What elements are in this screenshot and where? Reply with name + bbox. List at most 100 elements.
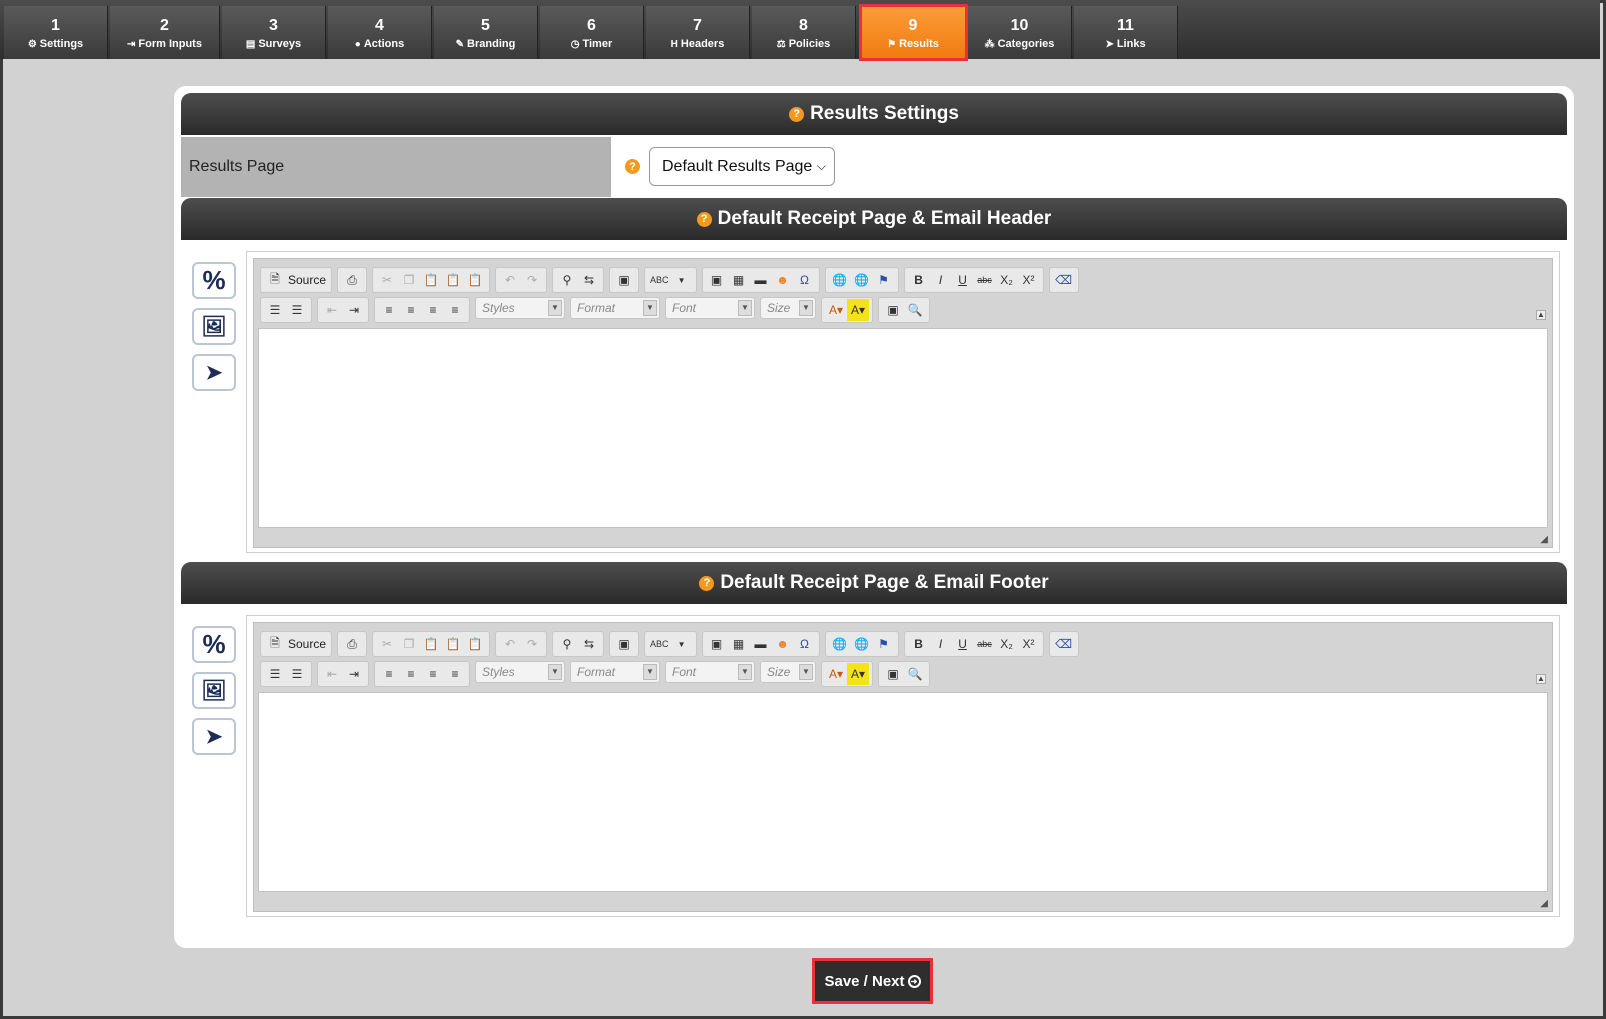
horizontal-rule-icon[interactable]: ▬	[750, 269, 772, 291]
cut-icon[interactable]: ✂	[376, 269, 398, 291]
align-right-icon[interactable]: ≡	[422, 663, 444, 685]
horizontal-rule-icon[interactable]: ▬	[750, 633, 772, 655]
bold-button[interactable]: B	[908, 269, 930, 291]
background-color-icon[interactable]: A▾	[847, 663, 869, 685]
bold-button[interactable]: B	[908, 633, 930, 655]
styles-combo[interactable]: Styles ▼	[475, 661, 565, 683]
align-justify-icon[interactable]: ≡	[444, 663, 466, 685]
tab-policies[interactable]: 8 ⚖ Policies	[752, 6, 856, 59]
paste-word-icon[interactable]: 📋	[464, 269, 486, 291]
copy-icon[interactable]: ❐	[398, 269, 420, 291]
subscript-button[interactable]: X₂	[996, 269, 1018, 291]
maximize-icon[interactable]: ▣	[882, 299, 904, 321]
paste-word-icon[interactable]: 📋	[464, 633, 486, 655]
align-center-icon[interactable]: ≡	[400, 663, 422, 685]
size-combo[interactable]: Size ▼	[760, 661, 816, 683]
special-char-icon[interactable]: Ω	[794, 633, 816, 655]
tab-categories[interactable]: 10 ⁂ Categories	[968, 6, 1072, 59]
tab-settings[interactable]: 1 ⚙ Settings	[4, 6, 108, 59]
insert-image-button[interactable]: 🖼	[192, 672, 236, 709]
tab-branding[interactable]: 5 ✎ Branding	[434, 6, 538, 59]
image-icon[interactable]: ▣	[706, 633, 728, 655]
format-combo[interactable]: Format ▼	[570, 297, 660, 319]
collapse-toolbar-icon[interactable]: ▲	[1536, 674, 1546, 684]
tab-results[interactable]: 9 ⚑ Results	[859, 4, 968, 61]
indent-icon[interactable]: ⇥	[343, 299, 365, 321]
smiley-icon[interactable]: ☻	[772, 633, 794, 655]
strikethrough-button[interactable]: abc	[974, 633, 996, 655]
align-left-icon[interactable]: ≡	[378, 299, 400, 321]
save-next-button[interactable]: Save / Next ➜	[812, 958, 933, 1004]
replace-icon[interactable]: ⇆	[578, 269, 600, 291]
unlink-icon[interactable]: 🌐	[851, 269, 873, 291]
preview-icon[interactable]: 🔍	[904, 299, 926, 321]
eraser-icon[interactable]: ⌫	[1053, 633, 1075, 655]
results-page-select[interactable]: Default Results Page ⌵	[649, 147, 835, 186]
insert-image-button[interactable]: 🖼	[192, 308, 236, 345]
help-icon[interactable]: ?	[789, 106, 805, 122]
redo-icon[interactable]: ↷	[521, 633, 543, 655]
tab-timer[interactable]: 6 ◷ Timer	[540, 6, 644, 59]
anchor-flag-icon[interactable]: ⚑	[873, 633, 895, 655]
undo-icon[interactable]: ↶	[499, 269, 521, 291]
anchor-flag-icon[interactable]: ⚑	[873, 269, 895, 291]
resize-handle-icon[interactable]: ◢	[1540, 898, 1548, 909]
font-combo[interactable]: Font ▼	[665, 297, 755, 319]
undo-icon[interactable]: ↶	[499, 633, 521, 655]
tab-actions[interactable]: 4 ● Actions	[328, 6, 432, 59]
help-icon[interactable]: ?	[699, 575, 715, 591]
table-icon[interactable]: ▦	[728, 269, 750, 291]
underline-button[interactable]: U	[952, 269, 974, 291]
insert-variable-button[interactable]: %	[192, 262, 236, 299]
paste-text-icon[interactable]: 📋	[442, 633, 464, 655]
spellcheck-icon[interactable]: ABC	[648, 633, 671, 655]
footer-editor-content[interactable]	[258, 692, 1548, 892]
align-justify-icon[interactable]: ≡	[444, 299, 466, 321]
text-color-icon[interactable]: A▾	[825, 299, 847, 321]
paste-text-icon[interactable]: 📋	[442, 269, 464, 291]
special-char-icon[interactable]: Ω	[794, 269, 816, 291]
cut-icon[interactable]: ✂	[376, 633, 398, 655]
source-button[interactable]: Source	[286, 633, 328, 655]
indent-icon[interactable]: ⇥	[343, 663, 365, 685]
copy-icon[interactable]: ❐	[398, 633, 420, 655]
bulleted-list-icon[interactable]: ☰	[286, 299, 308, 321]
strikethrough-button[interactable]: abc	[974, 269, 996, 291]
print-icon[interactable]: ⎙	[341, 633, 363, 655]
superscript-button[interactable]: X²	[1018, 633, 1040, 655]
numbered-list-icon[interactable]: ☰	[264, 663, 286, 685]
tab-headers[interactable]: 7 H Headers	[646, 6, 750, 59]
header-editor-content[interactable]	[258, 328, 1548, 528]
tab-links[interactable]: 11 ➤ Links	[1074, 6, 1178, 59]
font-combo[interactable]: Font ▼	[665, 661, 755, 683]
insert-link-button[interactable]: ➤	[192, 718, 236, 755]
align-left-icon[interactable]: ≡	[378, 663, 400, 685]
tab-surveys[interactable]: 3 ▤ Surveys	[222, 6, 326, 59]
select-all-icon[interactable]: ▣	[613, 633, 635, 655]
italic-button[interactable]: I	[930, 269, 952, 291]
help-icon[interactable]: ?	[696, 211, 712, 227]
spellcheck-icon[interactable]: ABC	[648, 269, 671, 291]
size-combo[interactable]: Size ▼	[760, 297, 816, 319]
outdent-icon[interactable]: ⇤	[321, 299, 343, 321]
paste-icon[interactable]: 📋	[420, 633, 442, 655]
link-icon[interactable]: 🌐	[829, 633, 851, 655]
smiley-icon[interactable]: ☻	[772, 269, 794, 291]
chevron-down-icon[interactable]: ▼	[671, 269, 693, 291]
format-combo[interactable]: Format ▼	[570, 661, 660, 683]
underline-button[interactable]: U	[952, 633, 974, 655]
insert-variable-button[interactable]: %	[192, 626, 236, 663]
select-all-icon[interactable]: ▣	[613, 269, 635, 291]
chevron-down-icon[interactable]: ▼	[671, 633, 693, 655]
preview-icon[interactable]: 🔍	[904, 663, 926, 685]
bulleted-list-icon[interactable]: ☰	[286, 663, 308, 685]
paste-icon[interactable]: 📋	[420, 269, 442, 291]
insert-link-button[interactable]: ➤	[192, 354, 236, 391]
collapse-toolbar-icon[interactable]: ▲	[1536, 310, 1546, 320]
link-icon[interactable]: 🌐	[829, 269, 851, 291]
maximize-icon[interactable]: ▣	[882, 663, 904, 685]
help-icon[interactable]: ?	[625, 159, 640, 174]
source-button[interactable]: Source	[286, 269, 328, 291]
image-icon[interactable]: ▣	[706, 269, 728, 291]
align-center-icon[interactable]: ≡	[400, 299, 422, 321]
